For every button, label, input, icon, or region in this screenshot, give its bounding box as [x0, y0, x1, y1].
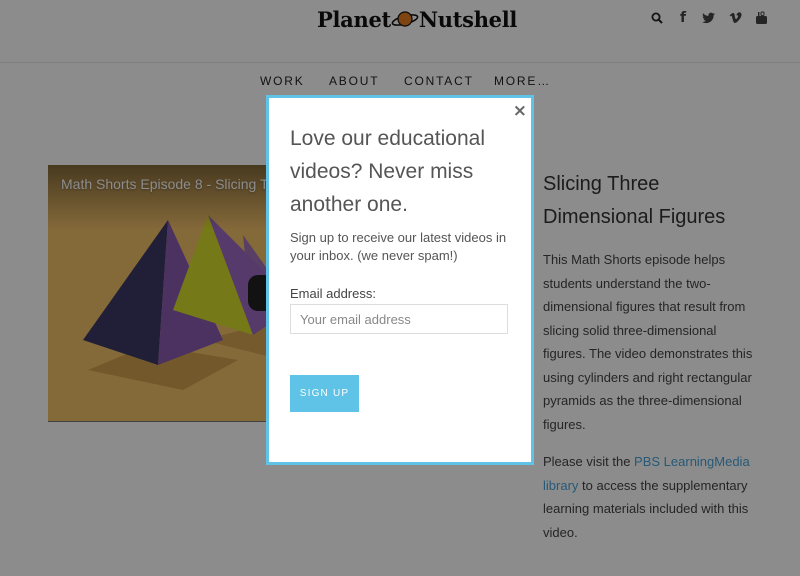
modal-subtext: Sign up to receive our latest videos in … — [290, 230, 507, 263]
email-label: Email address: — [290, 286, 376, 301]
sign-up-button[interactable]: SIGN UP — [290, 375, 359, 412]
close-icon[interactable]: × — [513, 101, 527, 121]
newsletter-modal: × Love our educational videos? Never mis… — [266, 95, 534, 465]
modal-heading: Love our educational videos? Never miss … — [290, 127, 485, 216]
email-field[interactable] — [290, 304, 508, 334]
